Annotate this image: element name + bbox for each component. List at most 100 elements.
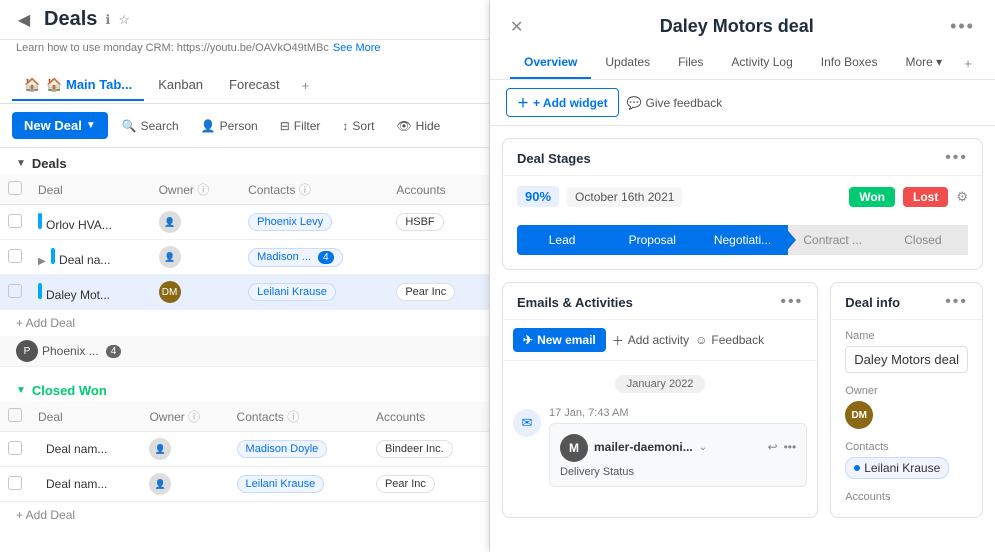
stages-title: Deal Stages [517, 151, 591, 166]
avatar: 👤 [159, 211, 181, 233]
row-checkbox[interactable] [8, 441, 22, 455]
stages-gear-icon[interactable]: ⚙ [956, 189, 968, 205]
panel-close-button[interactable]: ✕ [510, 17, 523, 37]
email-activities-widget: Emails & Activities ••• ✈ New email ＋ Ad… [502, 282, 818, 518]
sort-button[interactable]: ↕ Sort [334, 114, 382, 138]
accounts-label: Accounts [845, 491, 968, 503]
tab-updates[interactable]: Updates [591, 47, 664, 79]
delivery-status: Delivery Status [560, 466, 796, 478]
tab-info-boxes[interactable]: Info Boxes [807, 47, 892, 79]
deals-section-label: Deals [32, 156, 67, 171]
date-divider: January 2022 [503, 375, 817, 393]
stage-negotiation[interactable]: Negotiati... [697, 225, 787, 255]
select-all-checkbox-cw[interactable] [8, 408, 22, 422]
tab-main[interactable]: 🏠🏠 Main Tab... [12, 71, 144, 101]
closed-won-table: Deal Owner ⓘ Contacts ⓘ Accounts Deal na… [0, 402, 489, 502]
info-icon[interactable]: ℹ [105, 12, 110, 28]
tab-add[interactable]: + [294, 74, 318, 97]
new-deal-button[interactable]: New Deal ▼ [12, 112, 108, 139]
deal-info-widget: Deal info ••• Name Daley Motors deal Own… [830, 282, 983, 518]
tab-plus[interactable]: + [956, 48, 975, 79]
accounts-col-header: Accounts [388, 175, 489, 205]
stage-proposal[interactable]: Proposal [607, 225, 697, 255]
name-value[interactable]: Daley Motors deal [845, 346, 968, 373]
panel-more-button[interactable]: ••• [950, 16, 975, 37]
row-checkbox[interactable] [8, 284, 22, 298]
email-more-button[interactable]: ••• [780, 293, 803, 311]
filter-icon: ⊟ [280, 119, 290, 133]
filter-button[interactable]: ⊟ Filter [272, 114, 329, 138]
select-all-checkbox[interactable] [8, 181, 22, 195]
stage-contract[interactable]: Contract ... [788, 225, 878, 255]
row-checkbox[interactable] [8, 249, 22, 263]
reply-icon[interactable]: ↩ [768, 440, 778, 454]
table-row[interactable]: Orlov HVA... 👤 Phoenix Levy HSBF [0, 205, 489, 240]
table-row[interactable]: ▶ Deal na... 👤 Madison ...4 [0, 240, 489, 275]
person-icon: 👤 [201, 119, 216, 133]
plus-activity-icon: ＋ [612, 332, 624, 349]
new-email-button[interactable]: ✈ New email [513, 328, 606, 352]
email-card[interactable]: M mailer-daemoni... ⌄ ↩ ••• [549, 423, 807, 487]
deal-info-more-button[interactable]: ••• [945, 293, 968, 311]
dropdown-arrow-icon: ▼ [86, 120, 96, 131]
row-checkbox[interactable] [8, 214, 22, 228]
see-more-link[interactable]: See More [333, 42, 381, 54]
stages-won-button[interactable]: Won [849, 187, 895, 207]
stages-more-button[interactable]: ••• [945, 149, 968, 167]
search-button[interactable]: 🔍 Search [114, 114, 187, 138]
contact-tag[interactable]: Leilani Krause [845, 457, 949, 479]
closed-won-toggle[interactable]: ▼ [16, 385, 26, 396]
panel-header: ✕ Daley Motors deal ••• Overview Updates… [490, 0, 995, 80]
panel-close-row: ✕ Daley Motors deal ••• [510, 16, 975, 37]
row-checkbox[interactable] [8, 476, 22, 490]
tab-kanban[interactable]: Kanban [146, 71, 215, 100]
email-timestamp: 17 Jan, 7:43 AM [549, 407, 807, 419]
deals-section-header: ▼ Deals [0, 148, 489, 175]
subtitle-area: Learn how to use monday CRM: https://you… [0, 40, 489, 68]
give-feedback-button[interactable]: 💬 Give feedback [627, 96, 723, 110]
table-row[interactable]: Deal nam... 👤 Leilani Krause Pear Inc [0, 467, 489, 502]
account-chip: Pear Inc [376, 475, 435, 493]
panel-bottom-cols: Emails & Activities ••• ✈ New email ＋ Ad… [502, 282, 983, 518]
table-row[interactable]: Daley Mot... DM Leilani Krause Pear Inc [0, 275, 489, 310]
account-chip: Bindeer Inc. [376, 440, 453, 458]
hide-button[interactable]: 👁 Hide [388, 114, 448, 138]
stage-lead[interactable]: Lead [517, 225, 607, 255]
tab-activity-log[interactable]: Activity Log [717, 47, 806, 79]
add-widget-button[interactable]: ＋ + Add widget [506, 88, 619, 117]
email-sender-avatar: M [560, 434, 588, 462]
deals-toggle[interactable]: ▼ [16, 158, 26, 169]
deal-info-content: Name Daley Motors deal Owner DM Contacts [831, 320, 982, 517]
deal-cell: Orlov HVA... [30, 205, 151, 240]
contact-row-name: Phoenix ... [42, 344, 99, 358]
tab-more[interactable]: More ▾ [891, 47, 956, 79]
star-icon[interactable]: ☆ [118, 12, 130, 28]
contact-dot [854, 465, 860, 471]
email-send-icon: ✈ [523, 333, 533, 347]
tab-forecast[interactable]: Forecast [217, 71, 292, 100]
email-more-icon[interactable]: ••• [784, 440, 797, 454]
stage-closed[interactable]: Closed [878, 225, 968, 255]
subtitle-text: Learn how to use monday CRM: https://you… [16, 42, 473, 54]
contacts-col-header-cw: Contacts ⓘ [229, 402, 368, 432]
contact-count-badge: 4 [106, 345, 122, 358]
person-filter-button[interactable]: 👤 Person [193, 114, 266, 138]
feedback-button[interactable]: ☺ Feedback [695, 333, 764, 347]
add-activity-button[interactable]: ＋ Add activity [612, 332, 689, 349]
select-all-col [0, 175, 30, 205]
expand-email-icon[interactable]: ⌄ [699, 442, 707, 453]
avatar: 👤 [159, 246, 181, 268]
panel-title: Daley Motors deal [660, 16, 814, 37]
tab-overview[interactable]: Overview [510, 47, 591, 79]
add-deal-row[interactable]: + Add Deal [0, 310, 489, 336]
deal-info-header: Deal info ••• [831, 283, 982, 320]
tab-files[interactable]: Files [664, 47, 717, 79]
page-title: Deals [44, 8, 97, 31]
contact-filter-row: P Phoenix ... 4 [0, 336, 489, 367]
add-deal-row-cw[interactable]: + Add Deal [0, 502, 489, 528]
table-row[interactable]: Deal nam... 👤 Madison Doyle Bindeer Inc. [0, 432, 489, 467]
email-details: 17 Jan, 7:43 AM M mailer-daemoni... ⌄ [549, 407, 807, 487]
expand-icon[interactable]: ▶ [38, 256, 46, 267]
stages-lost-button[interactable]: Lost [903, 187, 948, 207]
collapse-button[interactable]: ◀ [12, 8, 36, 32]
